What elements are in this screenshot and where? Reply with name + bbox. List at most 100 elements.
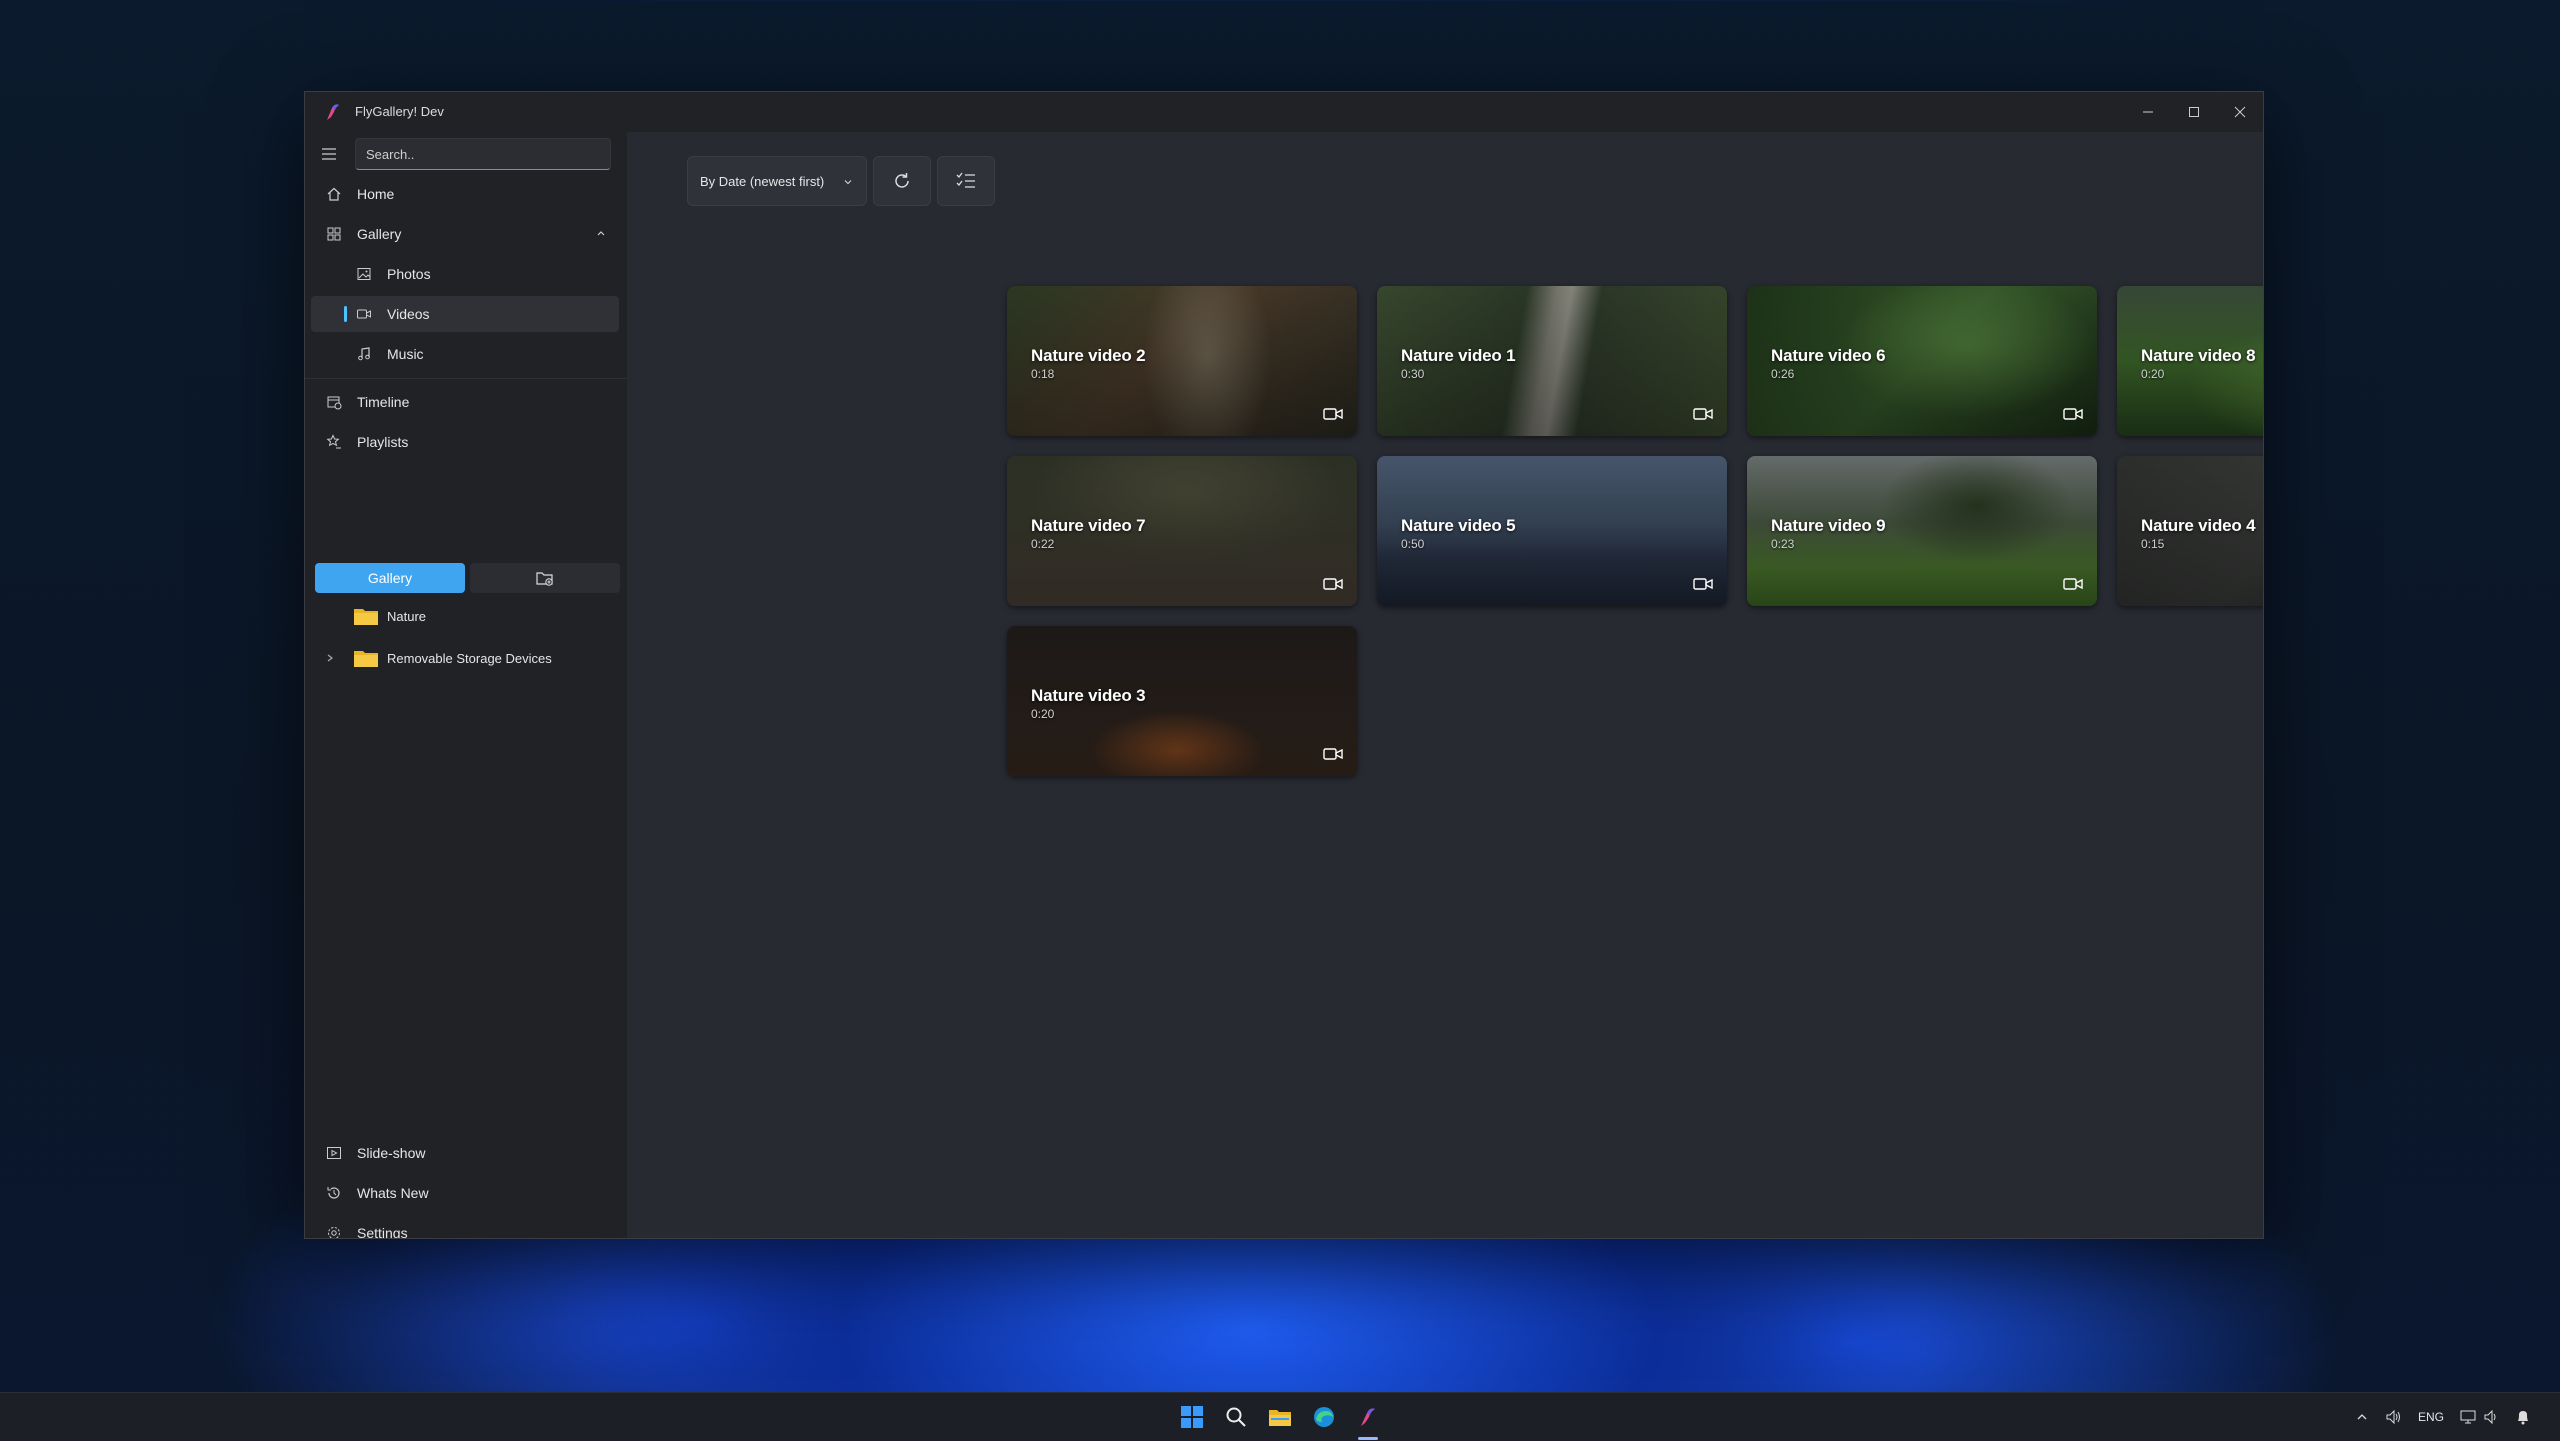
file-explorer-icon[interactable] — [1266, 1403, 1294, 1431]
video-camera-icon — [1323, 576, 1343, 592]
nav-label-music: Music — [387, 346, 424, 362]
system-tray: ENG — [2356, 1393, 2530, 1441]
video-duration: 0:22 — [1031, 537, 1055, 551]
nav-label-home: Home — [357, 186, 395, 202]
close-button[interactable] — [2217, 92, 2263, 132]
nav-label-videos: Videos — [387, 306, 430, 322]
search-box[interactable] — [355, 138, 611, 170]
nav-label-gallery: Gallery — [357, 226, 402, 242]
video-duration: 0:23 — [1771, 537, 1795, 551]
nav-label-timeline: Timeline — [357, 394, 410, 410]
video-title: Nature video 3 — [1031, 686, 1146, 705]
video-duration: 0:26 — [1771, 367, 1795, 381]
video-card[interactable]: Nature video 5 0:50 — [1377, 456, 1727, 606]
video-camera-icon — [355, 305, 373, 323]
volume-icon[interactable] — [2484, 1410, 2500, 1424]
nav-item-gallery[interactable]: Gallery — [311, 216, 619, 252]
refresh-icon — [891, 170, 913, 192]
chevron-right-icon[interactable] — [325, 653, 339, 663]
grid-icon — [325, 225, 343, 243]
video-card[interactable]: Nature video 1 0:30 — [1377, 286, 1727, 436]
video-card[interactable]: Nature video 4 0:15 — [2117, 456, 2263, 606]
nav-item-settings[interactable]: Settings — [311, 1215, 619, 1239]
video-title: Nature video 2 — [1031, 346, 1146, 365]
video-duration: 0:15 — [2141, 537, 2165, 551]
nav-item-home[interactable]: Home — [311, 176, 619, 212]
nav-item-music[interactable]: Music — [311, 336, 619, 372]
folder-icon — [353, 606, 379, 626]
calendar-clock-icon — [325, 393, 343, 411]
video-duration: 0:30 — [1401, 367, 1425, 381]
video-title: Nature video 9 — [1771, 516, 1886, 535]
chevron-up-icon[interactable] — [595, 227, 607, 239]
speaker-icon[interactable] — [2386, 1410, 2402, 1424]
history-icon — [325, 1184, 343, 1202]
taskbar-search-icon[interactable] — [1222, 1403, 1250, 1431]
video-duration: 0:20 — [2141, 367, 2165, 381]
notification-bell-icon[interactable] — [2516, 1409, 2530, 1425]
nav-item-slideshow[interactable]: Slide-show — [311, 1135, 619, 1171]
home-icon — [325, 185, 343, 203]
sort-dropdown-label: By Date (newest first) — [700, 173, 825, 189]
folder-label-removable: Removable Storage Devices — [387, 650, 552, 666]
video-camera-icon — [1323, 746, 1343, 762]
folder-item-removable[interactable]: Removable Storage Devices — [325, 644, 552, 672]
minimize-button[interactable] — [2125, 92, 2171, 132]
edge-browser-icon[interactable] — [1310, 1403, 1338, 1431]
folder-add-icon — [535, 569, 555, 587]
video-card[interactable]: Nature video 2 0:18 — [1007, 286, 1357, 436]
video-card[interactable]: Nature video 9 0:23 — [1747, 456, 2097, 606]
gear-icon — [325, 1224, 343, 1238]
sidebar: Home Gallery Photos Videos — [305, 132, 627, 1238]
folder-label-nature: Nature — [387, 608, 427, 624]
tray-overflow-chevron-icon[interactable] — [2356, 1411, 2368, 1423]
chevron-down-icon — [842, 176, 854, 188]
app-window: FlyGallery! Dev Home Gallery — [304, 91, 2264, 1239]
video-title: Nature video 1 — [1401, 346, 1516, 365]
video-card[interactable]: Nature video 8 0:20 — [2117, 286, 2263, 436]
video-duration: 0:18 — [1031, 367, 1055, 381]
music-note-icon — [355, 345, 373, 363]
video-title: Nature video 4 — [2141, 516, 2256, 535]
nav-item-photos[interactable]: Photos — [311, 256, 619, 292]
video-camera-icon — [1693, 406, 1713, 422]
photo-icon — [355, 265, 373, 283]
video-title: Nature video 7 — [1031, 516, 1146, 535]
video-card[interactable]: Nature video 6 0:26 — [1747, 286, 2097, 436]
nav-label-photos: Photos — [387, 266, 431, 282]
nav-item-playlists[interactable]: Playlists — [311, 424, 619, 460]
refresh-button[interactable] — [873, 156, 931, 206]
language-indicator[interactable]: ENG — [2418, 1410, 2444, 1424]
video-camera-icon — [1693, 576, 1713, 592]
video-camera-icon — [1323, 406, 1343, 422]
folder-item-nature[interactable]: Nature — [353, 602, 426, 630]
nav-label-settings: Settings — [357, 1225, 408, 1239]
sort-dropdown[interactable]: By Date (newest first) — [687, 156, 867, 206]
start-menu-icon[interactable] — [1178, 1403, 1206, 1431]
main-content: By Date (newest first) Nature video 2 0:… — [627, 132, 2263, 1238]
video-title: Nature video 8 — [2141, 346, 2256, 365]
select-items-button[interactable] — [937, 156, 995, 206]
flygallery-taskbar-icon[interactable] — [1354, 1403, 1382, 1431]
video-duration: 0:50 — [1401, 537, 1425, 551]
folder-icon — [353, 648, 379, 668]
video-card[interactable]: Nature video 7 0:22 — [1007, 456, 1357, 606]
nav-item-whats-new[interactable]: Whats New — [311, 1175, 619, 1211]
video-camera-icon — [2063, 406, 2083, 422]
nav-item-videos[interactable]: Videos — [311, 296, 619, 332]
checklist-icon — [955, 170, 977, 192]
slideshow-icon — [325, 1144, 343, 1162]
video-title: Nature video 6 — [1771, 346, 1886, 365]
playlist-tab-gallery[interactable]: Gallery — [315, 563, 465, 593]
title-bar[interactable]: FlyGallery! Dev — [305, 92, 2263, 132]
video-card[interactable]: Nature video 3 0:20 — [1007, 626, 1357, 776]
maximize-button[interactable] — [2171, 92, 2217, 132]
add-folder-button[interactable] — [470, 563, 620, 593]
nav-item-timeline[interactable]: Timeline — [311, 384, 619, 420]
search-input[interactable] — [356, 139, 610, 169]
nav-label-playlists: Playlists — [357, 434, 409, 450]
network-icon[interactable] — [2460, 1410, 2476, 1424]
nav-label-whats-new: Whats New — [357, 1185, 429, 1201]
app-logo-icon — [323, 102, 343, 122]
hamburger-menu-icon[interactable] — [319, 144, 339, 164]
